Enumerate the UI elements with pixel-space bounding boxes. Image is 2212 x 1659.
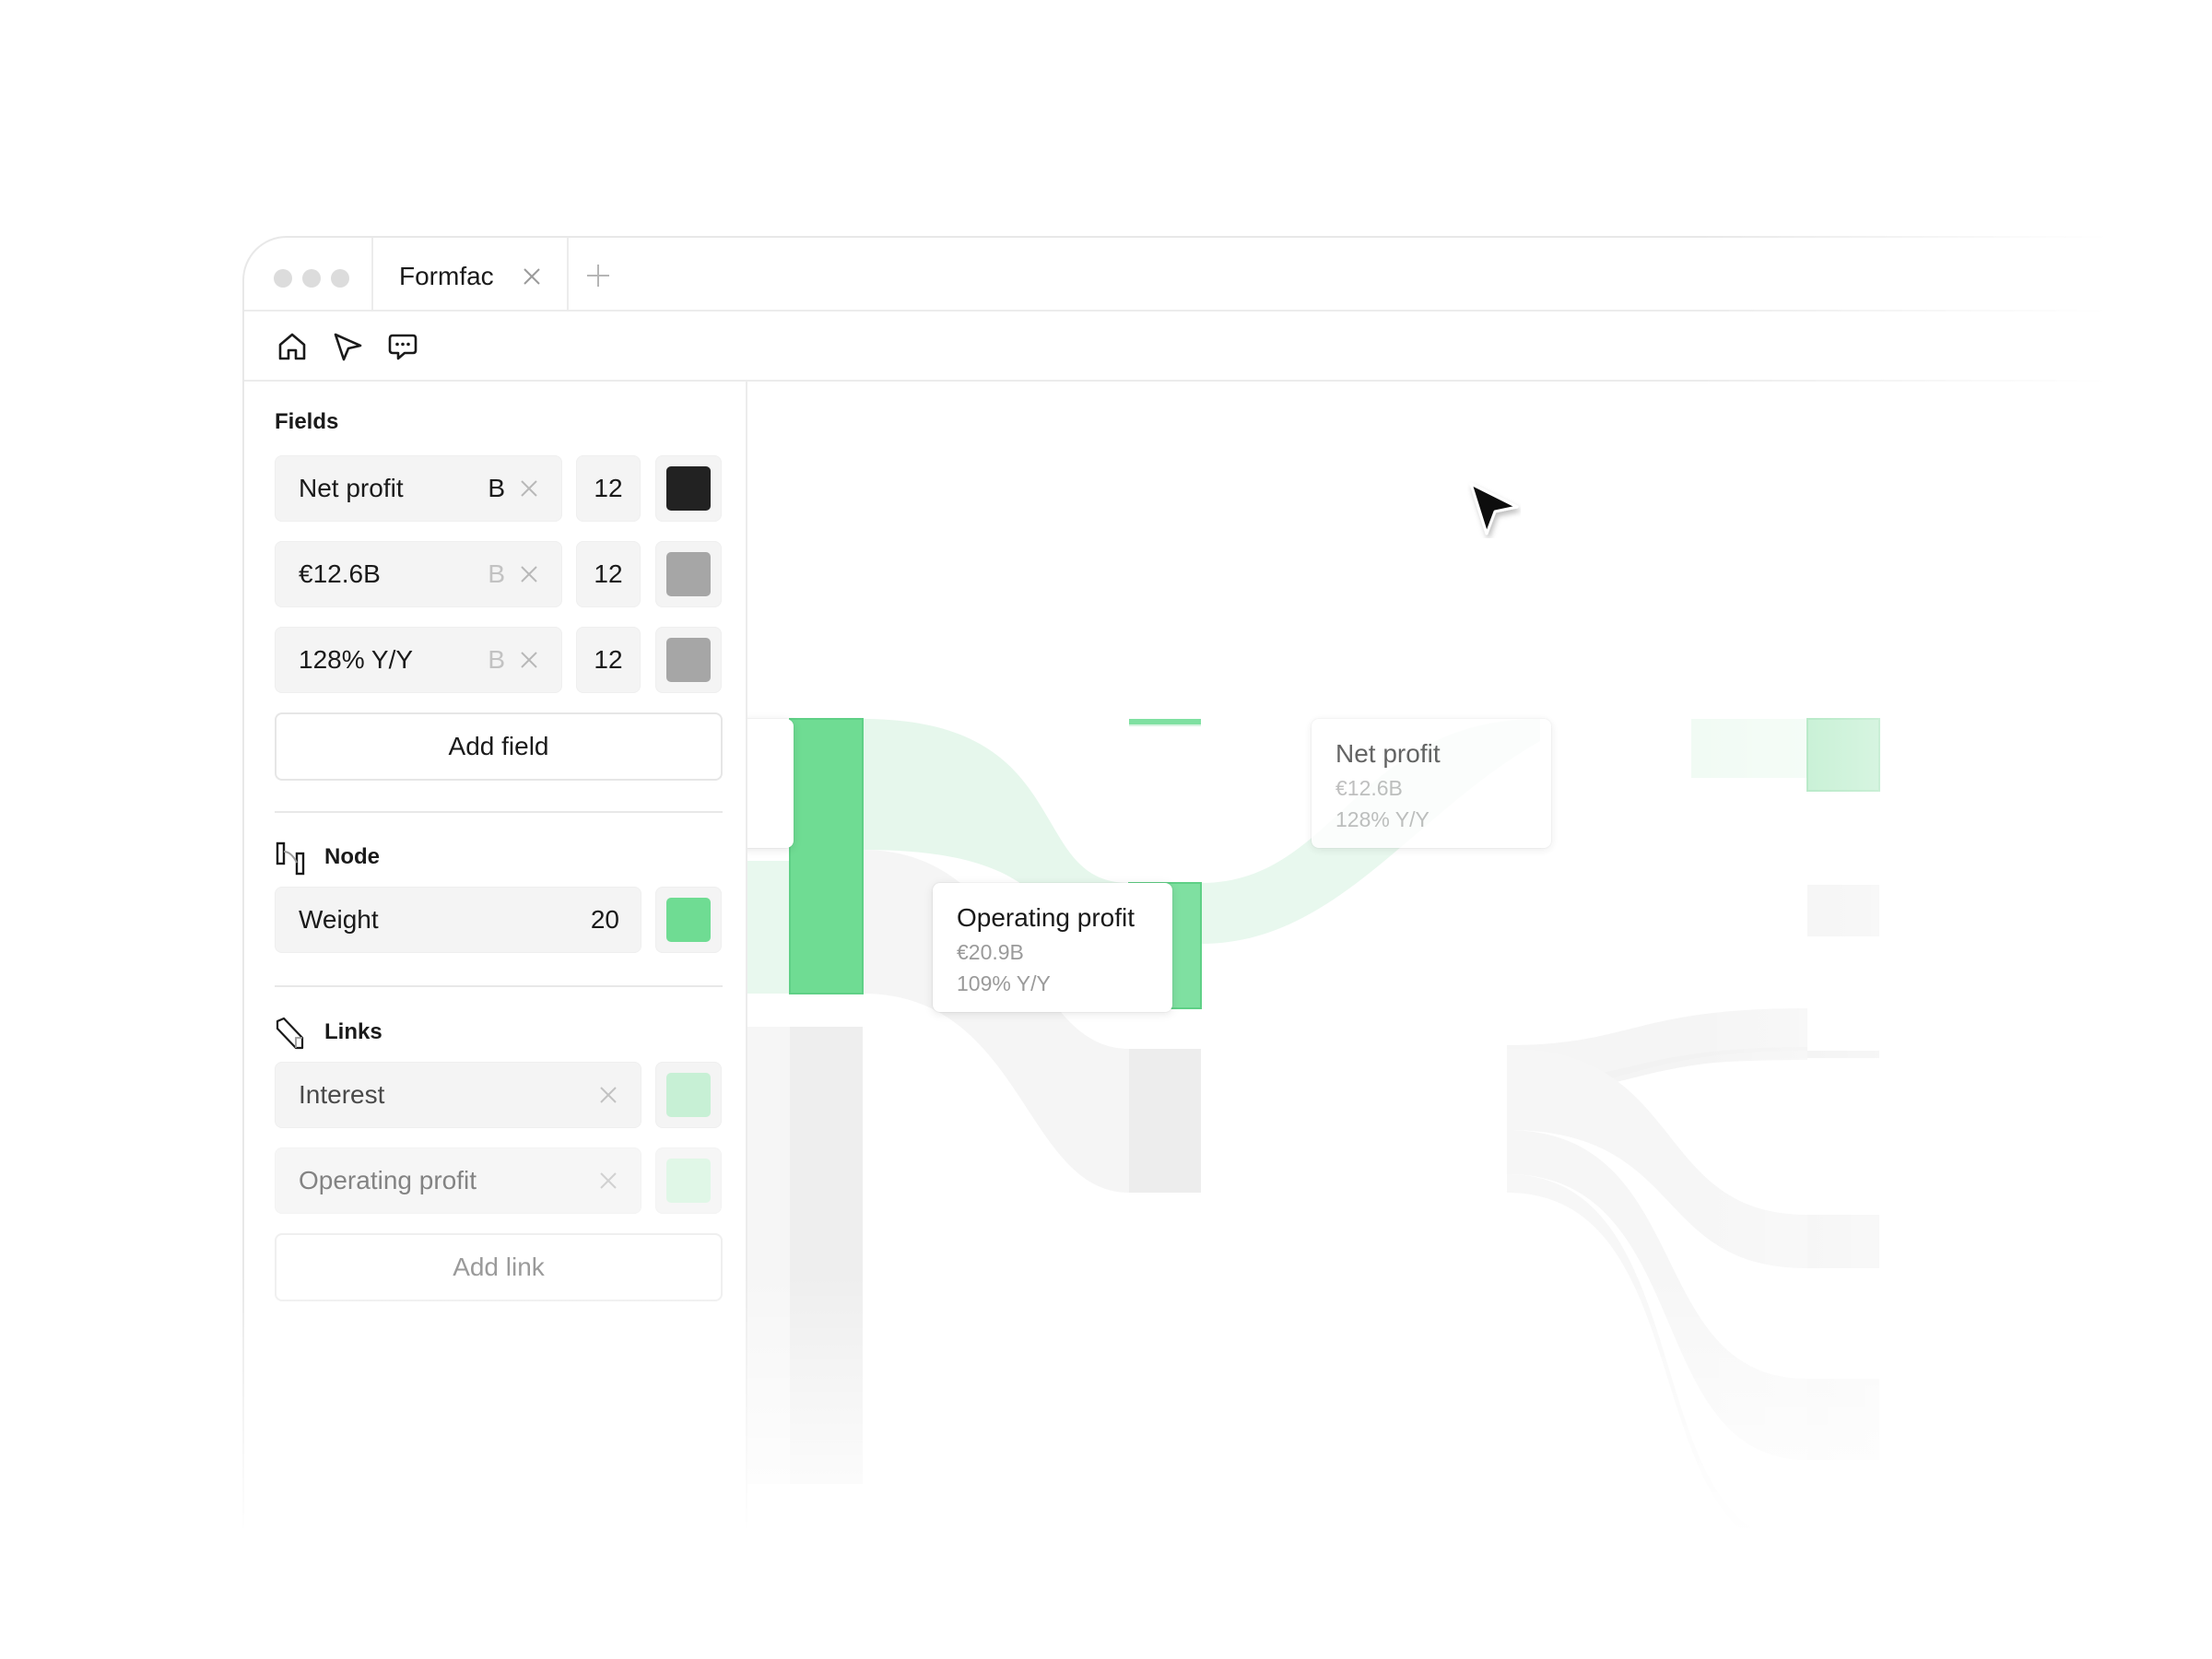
sankey-node[interactable] — [1129, 1049, 1201, 1193]
window-zoom-dot[interactable] — [331, 269, 349, 288]
link-label: Interest — [299, 1080, 385, 1109]
flow-link[interactable] — [747, 861, 790, 994]
color-chip — [666, 1073, 711, 1117]
tab-title: Formfac — [399, 262, 494, 290]
weight-input[interactable]: Weight 20 — [275, 887, 641, 953]
sankey-canvas[interactable]: Operating profit €20.9B 109% Y/Y Net pro… — [747, 382, 2212, 1528]
color-swatch[interactable] — [655, 455, 722, 522]
close-icon[interactable] — [518, 563, 540, 585]
window-controls — [274, 269, 349, 288]
sankey-node[interactable] — [789, 718, 864, 994]
section-divider — [275, 985, 723, 987]
links-section-title: Links — [324, 1019, 382, 1044]
color-swatch[interactable] — [655, 627, 722, 693]
font-size-input[interactable]: 12 — [576, 455, 641, 522]
sankey-node[interactable] — [1807, 1379, 1879, 1460]
tab-formfac[interactable]: Formfac — [371, 238, 569, 310]
field-label: €12.6B — [299, 559, 381, 588]
fields-section-title: Fields — [275, 409, 339, 434]
chat-icon[interactable] — [386, 330, 419, 363]
close-icon[interactable] — [597, 1084, 619, 1106]
flow-link[interactable] — [747, 1027, 790, 1484]
weight-value: 20 — [590, 905, 619, 934]
sankey-node[interactable] — [1807, 1051, 1879, 1058]
sankey-node[interactable] — [1807, 1215, 1879, 1268]
link-color-swatch[interactable] — [655, 1147, 722, 1214]
bold-toggle[interactable]: B — [488, 645, 505, 675]
flow-link[interactable] — [1691, 719, 1807, 778]
color-chip — [666, 552, 711, 596]
cut-off-card — [747, 719, 794, 848]
link-interest[interactable]: Interest — [275, 1062, 641, 1128]
link-label: Operating profit — [299, 1166, 477, 1194]
net-profit-card[interactable]: Net profit €12.6B 128% Y/Y — [1312, 719, 1551, 848]
field-label: Net profit — [299, 474, 404, 502]
font-size-input[interactable]: 12 — [576, 627, 641, 693]
color-chip — [666, 638, 711, 682]
mouse-pointer-icon — [1469, 482, 1519, 535]
card-title: Net profit — [1335, 739, 1441, 768]
card-change: 109% Y/Y — [957, 971, 1051, 995]
link-color-swatch[interactable] — [655, 1062, 722, 1128]
card-value: €20.9B — [957, 940, 1024, 964]
tab-bar: Formfac — [244, 238, 2212, 312]
color-chip — [666, 1159, 711, 1203]
sankey-node[interactable] — [790, 1027, 863, 1484]
sankey-node[interactable] — [1129, 719, 1201, 724]
node-section-title: Node — [324, 844, 380, 869]
close-icon[interactable] — [521, 265, 543, 288]
plus-icon[interactable] — [584, 262, 612, 289]
add-link-button[interactable]: Add link — [275, 1233, 723, 1301]
card-title: Operating profit — [957, 903, 1135, 932]
links-icon — [276, 1017, 304, 1050]
sankey-node[interactable] — [1806, 718, 1880, 792]
color-swatch[interactable] — [655, 541, 722, 607]
cursor-icon[interactable] — [331, 330, 364, 363]
window-minimize-dot[interactable] — [302, 269, 321, 288]
color-chip — [666, 466, 711, 511]
app-window: Formfac Fields Net profit B 12 €12.6B B … — [242, 236, 2212, 1528]
weight-label: Weight — [299, 905, 379, 934]
bold-toggle[interactable]: B — [488, 474, 505, 503]
close-icon[interactable] — [518, 649, 540, 671]
field-value[interactable]: €12.6B B — [275, 541, 562, 607]
node-icon — [276, 841, 305, 876]
font-size-input[interactable]: 12 — [576, 541, 641, 607]
card-change: 128% Y/Y — [1335, 807, 1430, 831]
sankey-node[interactable] — [1807, 885, 1879, 936]
toolbar — [244, 312, 2212, 382]
field-net-profit[interactable]: Net profit B — [275, 455, 562, 522]
properties-sidebar: Fields Net profit B 12 €12.6B B 12 128% … — [244, 382, 747, 1528]
window-close-dot[interactable] — [274, 269, 292, 288]
home-icon[interactable] — [276, 330, 309, 363]
close-icon[interactable] — [597, 1170, 619, 1192]
section-divider — [275, 811, 723, 813]
field-change[interactable]: 128% Y/Y B — [275, 627, 562, 693]
operating-profit-card[interactable]: Operating profit €20.9B 109% Y/Y — [933, 883, 1172, 1012]
card-value: €12.6B — [1335, 776, 1403, 800]
color-chip — [666, 898, 711, 942]
field-label: 128% Y/Y — [299, 645, 414, 674]
add-field-button[interactable]: Add field — [275, 712, 723, 781]
node-color-swatch[interactable] — [655, 887, 722, 953]
link-operating-profit[interactable]: Operating profit — [275, 1147, 641, 1214]
close-icon[interactable] — [518, 477, 540, 500]
bold-toggle[interactable]: B — [488, 559, 505, 589]
